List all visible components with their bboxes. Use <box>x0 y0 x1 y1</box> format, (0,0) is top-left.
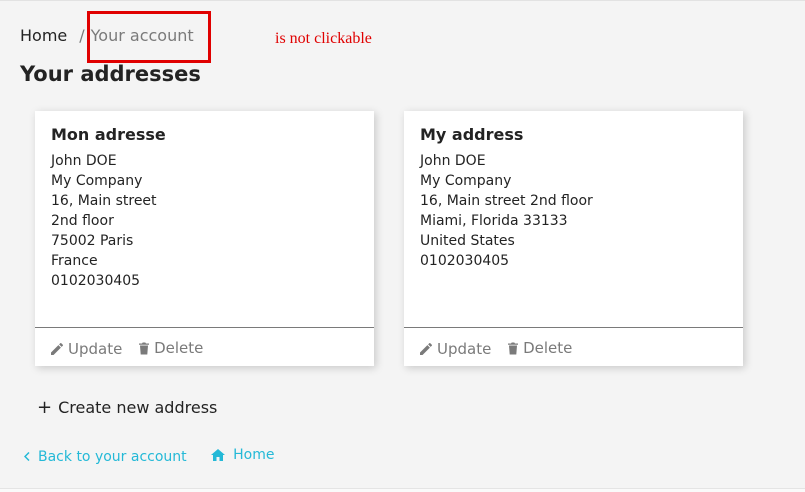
address-line-name: John DOE <box>420 153 486 169</box>
address-line-name: John DOE <box>51 153 117 169</box>
back-to-account-label: Back to your account <box>38 448 187 465</box>
address-card: My address John DOE My Company 16, Main … <box>404 111 743 366</box>
address-body: My address John DOE My Company 16, Main … <box>420 125 733 271</box>
address-actions: Update Delete <box>51 338 215 360</box>
address-line-company: My Company <box>420 173 512 189</box>
breadcrumb-home-link[interactable]: Home <box>20 26 67 45</box>
card-divider <box>35 327 374 328</box>
page: { "breadcrumb": { "home": "Home", "separ… <box>0 0 805 492</box>
annotation-note: is not clickable <box>275 30 372 47</box>
chevron-left-icon <box>24 452 30 461</box>
trash-icon <box>139 342 150 354</box>
update-address-button[interactable]: Update <box>420 339 491 359</box>
address-line-country: United States <box>420 233 515 249</box>
update-label: Update <box>437 339 492 358</box>
top-divider <box>0 0 805 1</box>
address-body: Mon adresse John DOE My Company 16, Main… <box>51 125 364 291</box>
address-line-street: 16, Main street <box>51 193 157 209</box>
pencil-icon <box>420 342 432 355</box>
page-title: Your addresses <box>20 62 201 86</box>
update-address-button[interactable]: Update <box>51 339 122 359</box>
delete-address-button[interactable]: Delete <box>508 338 572 358</box>
delete-label: Delete <box>154 339 204 357</box>
plus-icon: + <box>37 397 53 418</box>
update-label: Update <box>68 339 123 358</box>
home-label: Home <box>233 447 275 463</box>
address-alias: Mon adresse <box>51 125 166 144</box>
address-line-city: Miami, Florida 33133 <box>420 213 568 229</box>
breadcrumb-separator: / <box>79 26 85 45</box>
home-link[interactable]: Home <box>211 445 274 465</box>
trash-icon <box>508 342 519 354</box>
address-line-street2: 2nd floor <box>51 213 114 229</box>
pencil-icon <box>51 342 63 355</box>
annotation-highlight-box <box>87 11 211 63</box>
address-line-phone: 0102030405 <box>51 273 141 289</box>
back-to-account-link[interactable]: Back to your account <box>24 447 187 467</box>
create-address-label: Create new address <box>58 398 218 417</box>
bottom-divider <box>0 488 805 492</box>
address-actions: Update Delete <box>420 338 584 360</box>
address-line-phone: 0102030405 <box>420 253 510 269</box>
address-line-company: My Company <box>51 173 143 189</box>
footer-links: Back to your account Home <box>24 445 274 467</box>
create-address-button[interactable]: + Create new address <box>37 397 217 419</box>
address-line-country: France <box>51 253 98 269</box>
address-alias: My address <box>420 125 524 144</box>
address-line-city: 75002 Paris <box>51 233 134 249</box>
home-icon <box>211 449 226 461</box>
address-card: Mon adresse John DOE My Company 16, Main… <box>35 111 374 366</box>
card-divider <box>404 327 743 328</box>
address-line-street: 16, Main street 2nd floor <box>420 193 593 209</box>
delete-address-button[interactable]: Delete <box>139 338 203 358</box>
delete-label: Delete <box>523 339 573 357</box>
